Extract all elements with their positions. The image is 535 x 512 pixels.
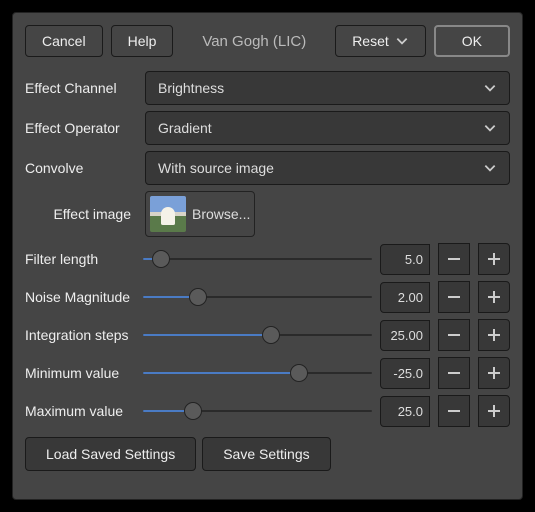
chevron-down-icon [483, 121, 497, 135]
sliders: Filter length 5.0 Noise Magnitude 2.00 I… [25, 243, 510, 427]
slider-label: Maximum value [25, 398, 135, 424]
slider-label: Noise Magnitude [25, 284, 135, 310]
browse-button[interactable]: Browse... [145, 191, 255, 237]
slider-label: Filter length [25, 246, 135, 272]
slider-label: Minimum value [25, 360, 135, 386]
effect-channel-row: Effect Channel Brightness [25, 71, 510, 105]
reset-label: Reset [352, 33, 389, 49]
effect-operator-label: Effect Operator [25, 115, 135, 141]
slider-row: Integration steps 25.00 [25, 319, 510, 351]
slider-handle[interactable] [152, 250, 170, 268]
slider-track [143, 258, 372, 260]
convolve-row: Convolve With source image [25, 151, 510, 185]
decrement-button[interactable] [438, 395, 470, 427]
effect-image-row: Effect image Browse... [25, 191, 510, 237]
slider-handle[interactable] [189, 288, 207, 306]
plus-icon [488, 253, 500, 265]
slider-value[interactable]: 25.0 [380, 396, 430, 427]
minus-icon [448, 258, 460, 260]
ok-button[interactable]: OK [434, 25, 510, 57]
plus-icon [488, 329, 500, 341]
slider-handle[interactable] [184, 402, 202, 420]
effect-operator-select[interactable]: Gradient [145, 111, 510, 145]
convolve-label: Convolve [25, 155, 135, 181]
cancel-button[interactable]: Cancel [25, 25, 103, 57]
chevron-down-icon [395, 34, 409, 48]
save-settings-button[interactable]: Save Settings [202, 437, 330, 471]
increment-button[interactable] [478, 319, 510, 351]
slider-row: Minimum value -25.0 [25, 357, 510, 389]
effect-operator-value: Gradient [158, 120, 212, 136]
slider[interactable] [143, 247, 372, 271]
slider-fill [143, 372, 299, 374]
slider[interactable] [143, 285, 372, 309]
chevron-down-icon [483, 81, 497, 95]
slider-value[interactable]: -25.0 [380, 358, 430, 389]
slider-label: Integration steps [25, 322, 135, 348]
minus-icon [448, 372, 460, 374]
topbar: Cancel Help Van Gogh (LIC) Reset OK [25, 25, 510, 57]
dialog: Cancel Help Van Gogh (LIC) Reset OK Effe… [12, 12, 523, 500]
slider-handle[interactable] [290, 364, 308, 382]
help-button[interactable]: Help [111, 25, 174, 57]
effect-channel-select[interactable]: Brightness [145, 71, 510, 105]
minus-icon [448, 296, 460, 298]
decrement-button[interactable] [438, 243, 470, 275]
slider-fill [143, 334, 271, 336]
slider-row: Maximum value 25.0 [25, 395, 510, 427]
plus-icon [488, 405, 500, 417]
slider-value[interactable]: 2.00 [380, 282, 430, 313]
slider-row: Filter length 5.0 [25, 243, 510, 275]
increment-button[interactable] [478, 281, 510, 313]
browse-label: Browse... [192, 206, 250, 222]
increment-button[interactable] [478, 243, 510, 275]
load-saved-settings-button[interactable]: Load Saved Settings [25, 437, 196, 471]
increment-button[interactable] [478, 395, 510, 427]
plus-icon [488, 291, 500, 303]
decrement-button[interactable] [438, 357, 470, 389]
slider[interactable] [143, 323, 372, 347]
slider-row: Noise Magnitude 2.00 [25, 281, 510, 313]
minus-icon [448, 410, 460, 412]
minus-icon [448, 334, 460, 336]
slider[interactable] [143, 399, 372, 423]
plus-icon [488, 367, 500, 379]
decrement-button[interactable] [438, 281, 470, 313]
dialog-title: Van Gogh (LIC) [181, 33, 327, 50]
slider-value[interactable]: 5.0 [380, 244, 430, 275]
convolve-select[interactable]: With source image [145, 151, 510, 185]
bottom-bar: Load Saved Settings Save Settings [25, 437, 510, 471]
thumbnail-icon [150, 196, 186, 232]
reset-button[interactable]: Reset [335, 25, 426, 57]
effect-channel-value: Brightness [158, 80, 224, 96]
slider-value[interactable]: 25.00 [380, 320, 430, 351]
effect-channel-label: Effect Channel [25, 75, 135, 101]
decrement-button[interactable] [438, 319, 470, 351]
convolve-value: With source image [158, 160, 274, 176]
slider-handle[interactable] [262, 326, 280, 344]
effect-operator-row: Effect Operator Gradient [25, 111, 510, 145]
effect-image-label: Effect image [25, 201, 135, 227]
increment-button[interactable] [478, 357, 510, 389]
chevron-down-icon [483, 161, 497, 175]
slider[interactable] [143, 361, 372, 385]
